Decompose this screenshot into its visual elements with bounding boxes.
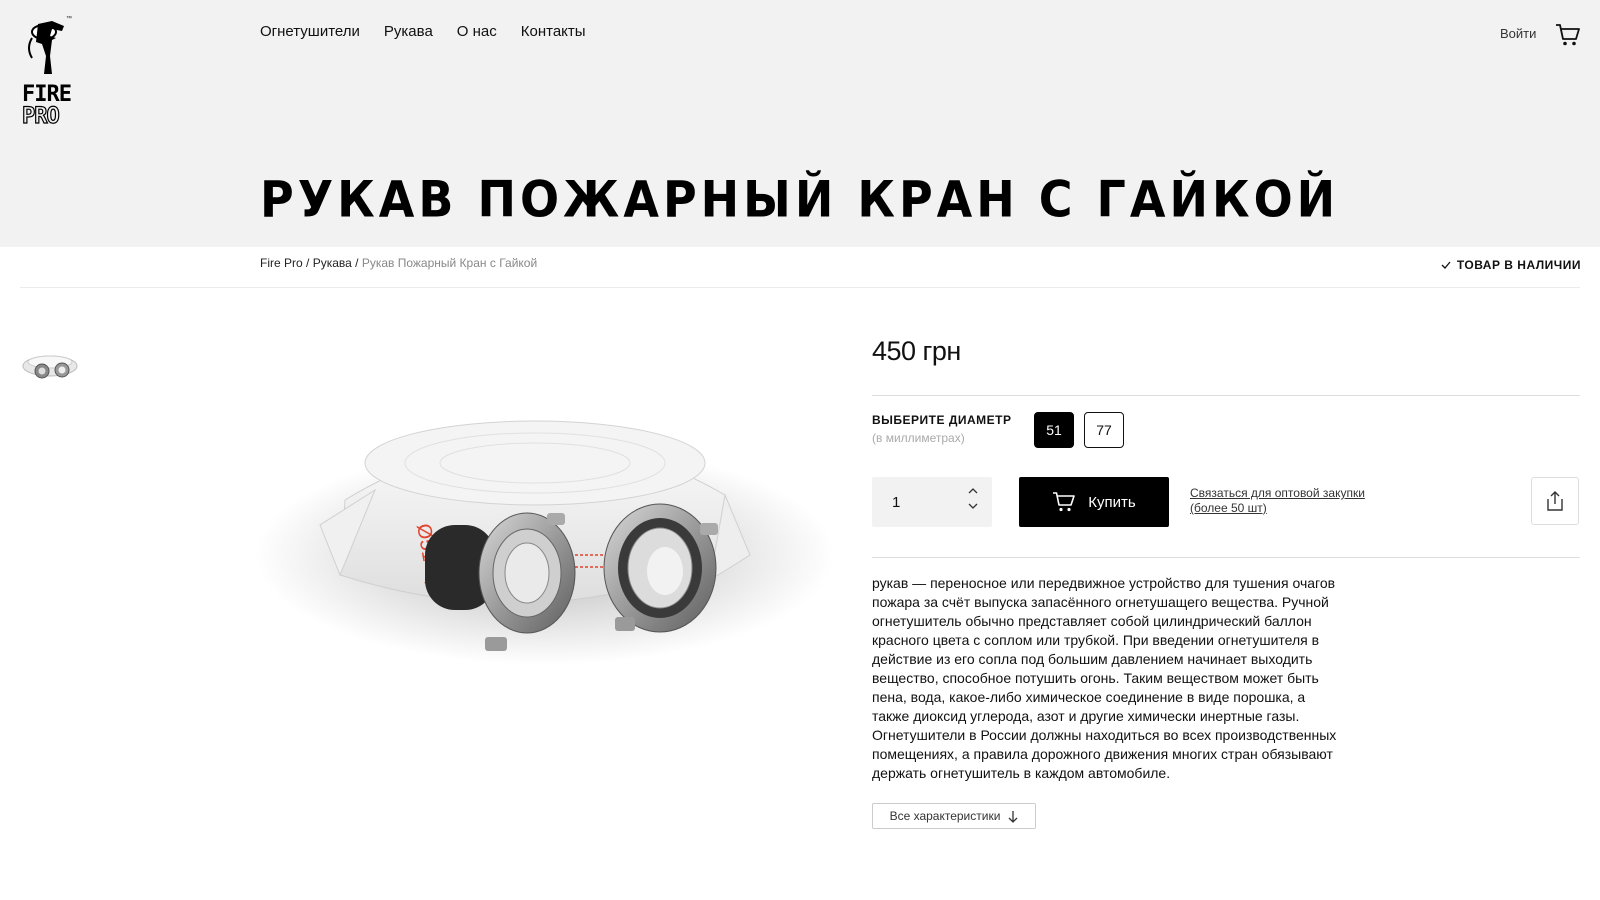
wholesale-contact-link[interactable]: Связаться для оптовой закупки (более 50 … [1190, 486, 1390, 516]
fire-pro-logo[interactable]: ™ FIRE PRO [21, 16, 74, 130]
diameter-label: ВЫБЕРИТЕ ДИАМЕТР [872, 413, 1012, 427]
stock-status-text: ТОВАР В НАЛИЧИИ [1456, 258, 1581, 272]
share-icon [1547, 491, 1563, 511]
nav-hoses[interactable]: Рукава [384, 24, 433, 40]
quantity-value[interactable]: 1 [892, 494, 900, 511]
divider [872, 557, 1580, 558]
product-thumbnail[interactable] [20, 342, 80, 388]
check-icon [1441, 261, 1451, 269]
trademark-mark: ™ [66, 16, 72, 22]
divider [20, 287, 1580, 288]
page-title: Рукав Пожарный Кран с Гайкой [260, 170, 1340, 229]
buy-button[interactable]: Купить [1019, 477, 1169, 527]
logo-text-pro: PRO [21, 104, 60, 129]
breadcrumb-current: Рукав Пожарный Кран с Гайкой [361, 256, 538, 270]
breadcrumb-separator: / [351, 256, 362, 270]
nav-about[interactable]: О нас [457, 24, 497, 40]
breadcrumb-category[interactable]: Рукава [313, 256, 352, 270]
divider [872, 395, 1580, 396]
diameter-option-51[interactable]: 51 [1034, 412, 1074, 448]
product-price: 450 грн [872, 336, 961, 366]
breadcrumb-home[interactable]: Fire Pro [260, 256, 303, 270]
share-button[interactable] [1531, 477, 1579, 525]
product-image[interactable]: Ø51-1,0 [255, 405, 845, 695]
main-nav: Огнетушители Рукава О нас Контакты [260, 24, 610, 40]
logo-text-fire: FIRE [22, 82, 72, 107]
all-characteristics-label: Все характеристики [889, 809, 1001, 823]
quantity-stepper[interactable]: 1 [872, 477, 992, 527]
nav-contacts[interactable]: Контакты [521, 24, 586, 40]
diameter-sublabel: (в миллиметрах) [872, 431, 965, 445]
breadcrumb-separator: / [302, 256, 313, 270]
nav-extinguishers[interactable]: Огнетушители [260, 24, 360, 40]
all-characteristics-button[interactable]: Все характеристики [872, 803, 1036, 829]
chevron-up-icon[interactable] [968, 487, 978, 494]
buy-button-label: Купить [1088, 493, 1136, 511]
breadcrumb: Fire Pro / Рукава / Рукав Пожарный Кран … [260, 256, 537, 270]
product-description: рукав — переносное или передвижное устро… [872, 575, 1337, 781]
fire-extinguisher-logo-icon [28, 21, 64, 74]
cart-icon [1053, 492, 1076, 512]
diameter-option-77[interactable]: 77 [1084, 412, 1124, 448]
stock-status: ТОВАР В НАЛИЧИИ [1441, 258, 1581, 272]
chevron-down-icon[interactable] [968, 503, 978, 510]
login-link[interactable]: Войти [1500, 26, 1536, 41]
arrow-down-icon [1008, 810, 1018, 823]
cart-icon[interactable] [1555, 22, 1581, 48]
